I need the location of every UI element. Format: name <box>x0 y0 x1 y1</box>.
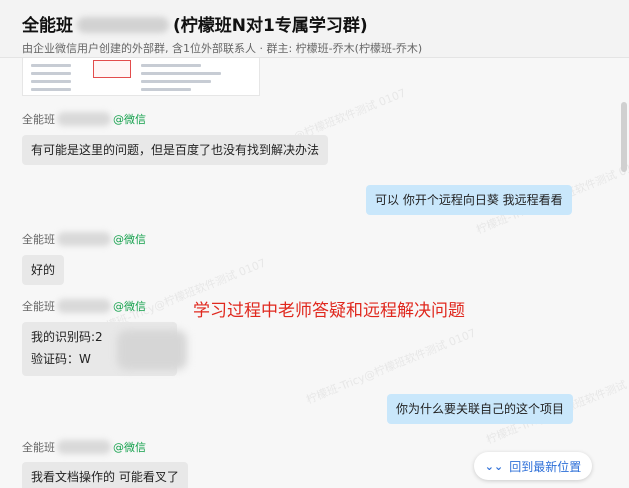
group-subtitle: 由企业微信用户创建的外部群, 含1位外部联系人 · 群主: 柠檬班-乔木(柠檬班… <box>22 42 423 55</box>
thumb-line <box>31 72 71 75</box>
message-bubble-incoming[interactable]: 好的 <box>22 255 65 285</box>
back-to-latest-label: 回到最新位置 <box>509 459 582 474</box>
thumb-line <box>31 80 71 83</box>
redacted-code <box>117 330 187 370</box>
thumb-line <box>141 72 221 75</box>
thumb-line <box>31 88 71 91</box>
back-to-latest-button[interactable]: ⌄⌄ 回到最新位置 <box>474 452 592 480</box>
thumb-line <box>141 80 211 83</box>
redacted-name <box>57 299 111 313</box>
thumb-highlight-box <box>93 60 131 78</box>
message-bubble-incoming[interactable]: 我的识别码:2 验证码：W <box>22 322 187 376</box>
double-chevron-down-icon: ⌄⌄ <box>484 459 504 473</box>
message-bubble-incoming[interactable]: 有可能是这里的问题，但是百度了也没有找到解决办法 <box>22 135 329 165</box>
thumb-line <box>141 88 191 91</box>
sender-name[interactable]: 全能班 @微信 <box>22 231 146 247</box>
message-bubble-outgoing[interactable]: 你为什么要关联自己的这个项目 <box>387 394 574 424</box>
redacted-name <box>57 440 111 454</box>
sender-name[interactable]: 全能班 @微信 <box>22 111 146 127</box>
image-thumbnail[interactable] <box>22 58 260 96</box>
sender-name[interactable]: 全能班 @微信 <box>22 439 146 455</box>
message-bubble-incoming[interactable]: 我看文档操作的 可能看叉了 <box>22 462 188 488</box>
message-list[interactable]: 柠檬班-Tricy@柠檬班软件测试 0107 柠檬班-Tricy@柠檬班软件测试… <box>0 58 629 488</box>
message-bubble-outgoing[interactable]: 可以 你开个远程向日葵 我远程看看 <box>366 185 572 215</box>
chat-header: 全能班 (柠檬班N对1专属学习群) 由企业微信用户创建的外部群, 含1位外部联系人… <box>0 0 629 58</box>
group-title-prefix: 全能班 <box>22 16 73 36</box>
group-title-suffix: (柠檬班N对1专属学习群) <box>173 16 368 36</box>
redacted-name <box>57 232 111 246</box>
redacted-name <box>57 112 111 126</box>
redacted-name <box>77 17 169 33</box>
thumb-line <box>31 64 71 67</box>
scrollbar-thumb[interactable] <box>621 102 627 172</box>
annotation-caption: 学习过程中老师答疑和远程解决问题 <box>193 301 465 321</box>
sender-name[interactable]: 全能班 @微信 <box>22 298 146 314</box>
scrollbar[interactable] <box>621 62 627 482</box>
group-title[interactable]: 全能班 (柠檬班N对1专属学习群) <box>22 11 368 36</box>
thumb-line <box>141 64 201 67</box>
